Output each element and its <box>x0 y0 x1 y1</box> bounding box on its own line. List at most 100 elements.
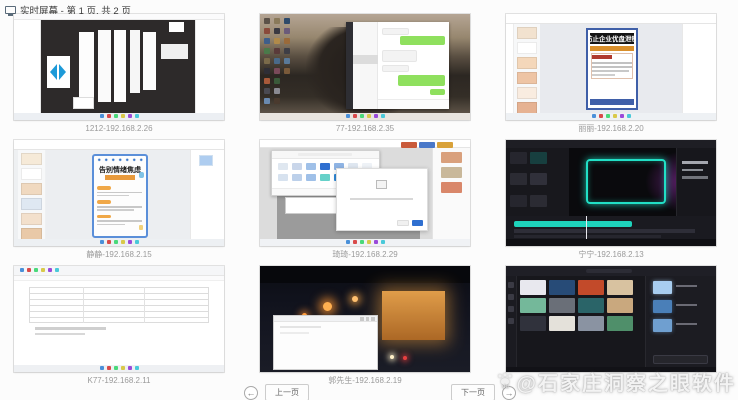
tile <box>21 213 42 225</box>
left-arrow-icon: ← <box>247 388 256 398</box>
tile <box>274 78 280 84</box>
screen-thumbnail-3[interactable]: 防止企业优盘泄密 <box>506 14 716 120</box>
tile <box>599 114 603 118</box>
screen-cell-4: 告别情绪焦虑 静静-192.168.2.15 <box>14 140 224 260</box>
mock-table <box>29 287 210 323</box>
chat-bubble-left <box>382 50 417 61</box>
logo-shape-left <box>50 64 57 80</box>
tile <box>274 28 280 34</box>
tile <box>114 240 118 244</box>
mock-toolbar <box>506 14 716 24</box>
mock-artboard <box>98 30 111 102</box>
panel-text-line <box>676 323 697 325</box>
next-arrow-button[interactable]: → <box>502 386 516 400</box>
tile <box>264 78 270 84</box>
poster-text-line <box>97 195 129 197</box>
mock-export-panel <box>676 148 716 216</box>
tile <box>292 163 302 170</box>
mock-poster: 防止企业优盘泄密 <box>586 28 639 111</box>
screen-cell-6: 宁宁-192.168.2.13 <box>506 140 716 260</box>
panel-text-line <box>682 176 707 179</box>
tile <box>107 240 111 244</box>
mock-toolbar <box>506 140 716 148</box>
thumbnail-label <box>506 376 716 386</box>
table-column-line <box>83 287 84 323</box>
mock-right-panel <box>682 24 716 113</box>
tile <box>367 114 371 118</box>
poster-sticker <box>139 225 143 230</box>
tile <box>508 294 514 300</box>
poster-text-line <box>592 66 632 68</box>
tile <box>284 28 290 34</box>
modal-upload-icon <box>376 180 387 190</box>
tile <box>292 174 302 181</box>
doc-text-line <box>35 333 85 336</box>
mock-page-sidebar <box>432 148 470 238</box>
poster-title: 防止企业优盘泄密 <box>590 33 634 44</box>
tile <box>128 366 132 370</box>
mock-clip-thumb <box>653 300 672 313</box>
poster-red-heading <box>592 55 611 59</box>
tile <box>606 114 610 118</box>
logo-shape-right <box>59 64 66 80</box>
tile <box>419 142 435 148</box>
tile <box>48 268 52 272</box>
mock-taskbar <box>14 239 224 246</box>
tile <box>121 240 125 244</box>
prev-page-button[interactable]: 上一页 <box>265 384 309 400</box>
screen-cell-5: 琦琦-192.168.2.29 <box>260 140 470 260</box>
mock-lit-storefront <box>382 291 445 340</box>
poster-text-line <box>97 206 141 208</box>
taskbar-icons <box>260 113 470 120</box>
screen-thumbnail-1[interactable] <box>14 14 224 120</box>
tile <box>613 114 617 118</box>
mock-artboard <box>161 44 188 59</box>
mock-artboard <box>169 22 184 32</box>
screen-thumbnail-6[interactable] <box>506 140 716 246</box>
timeline-track <box>514 229 695 234</box>
thumbnail-label: 琦琦-192.168.2.29 <box>260 250 470 260</box>
mock-artboard <box>143 32 156 90</box>
tile <box>353 114 357 118</box>
tile <box>278 174 288 181</box>
tile <box>346 240 350 244</box>
chat-nav-strip <box>346 22 353 109</box>
mock-toolbar <box>14 266 224 276</box>
tile <box>264 18 270 24</box>
mock-clip-thumb <box>653 281 672 294</box>
tile <box>441 152 461 163</box>
tile <box>520 280 546 295</box>
screen-thumbnail-2[interactable] <box>260 14 470 120</box>
screen-thumbnail-9[interactable] <box>506 266 716 372</box>
pagination-bar: ← 上一页 下一页 → <box>244 384 516 400</box>
poster-section-label <box>97 186 111 190</box>
mock-right-panel <box>195 20 224 112</box>
screen-thumbnail-8[interactable] <box>260 266 470 372</box>
tile <box>346 114 350 118</box>
poster-text-line <box>97 220 141 222</box>
tile <box>264 98 270 104</box>
tile <box>264 68 270 74</box>
panel-text-line <box>682 169 703 172</box>
timeline-track <box>514 235 661 238</box>
window-controls <box>360 317 374 320</box>
monitor-icon <box>5 6 16 14</box>
screen-thumbnail-7[interactable] <box>14 266 224 372</box>
timeline-playhead <box>586 216 587 238</box>
modal-confirm-button <box>412 220 424 226</box>
taskbar-icons <box>14 365 224 372</box>
mock-lantern <box>323 302 332 311</box>
tile <box>41 268 45 272</box>
tile <box>578 280 604 295</box>
table-column-line <box>144 287 145 323</box>
mock-status-bar <box>506 367 716 372</box>
prev-arrow-button[interactable]: ← <box>244 386 258 400</box>
tile <box>284 68 290 74</box>
tile <box>114 114 118 118</box>
tile <box>135 366 139 370</box>
next-page-button[interactable]: 下一页 <box>451 384 495 400</box>
screen-thumbnail-5[interactable] <box>260 140 470 246</box>
panel-text-line <box>676 304 697 306</box>
screen-thumbnail-4[interactable]: 告别情绪焦虑 <box>14 140 224 246</box>
timeline-teal-clip <box>514 221 632 227</box>
